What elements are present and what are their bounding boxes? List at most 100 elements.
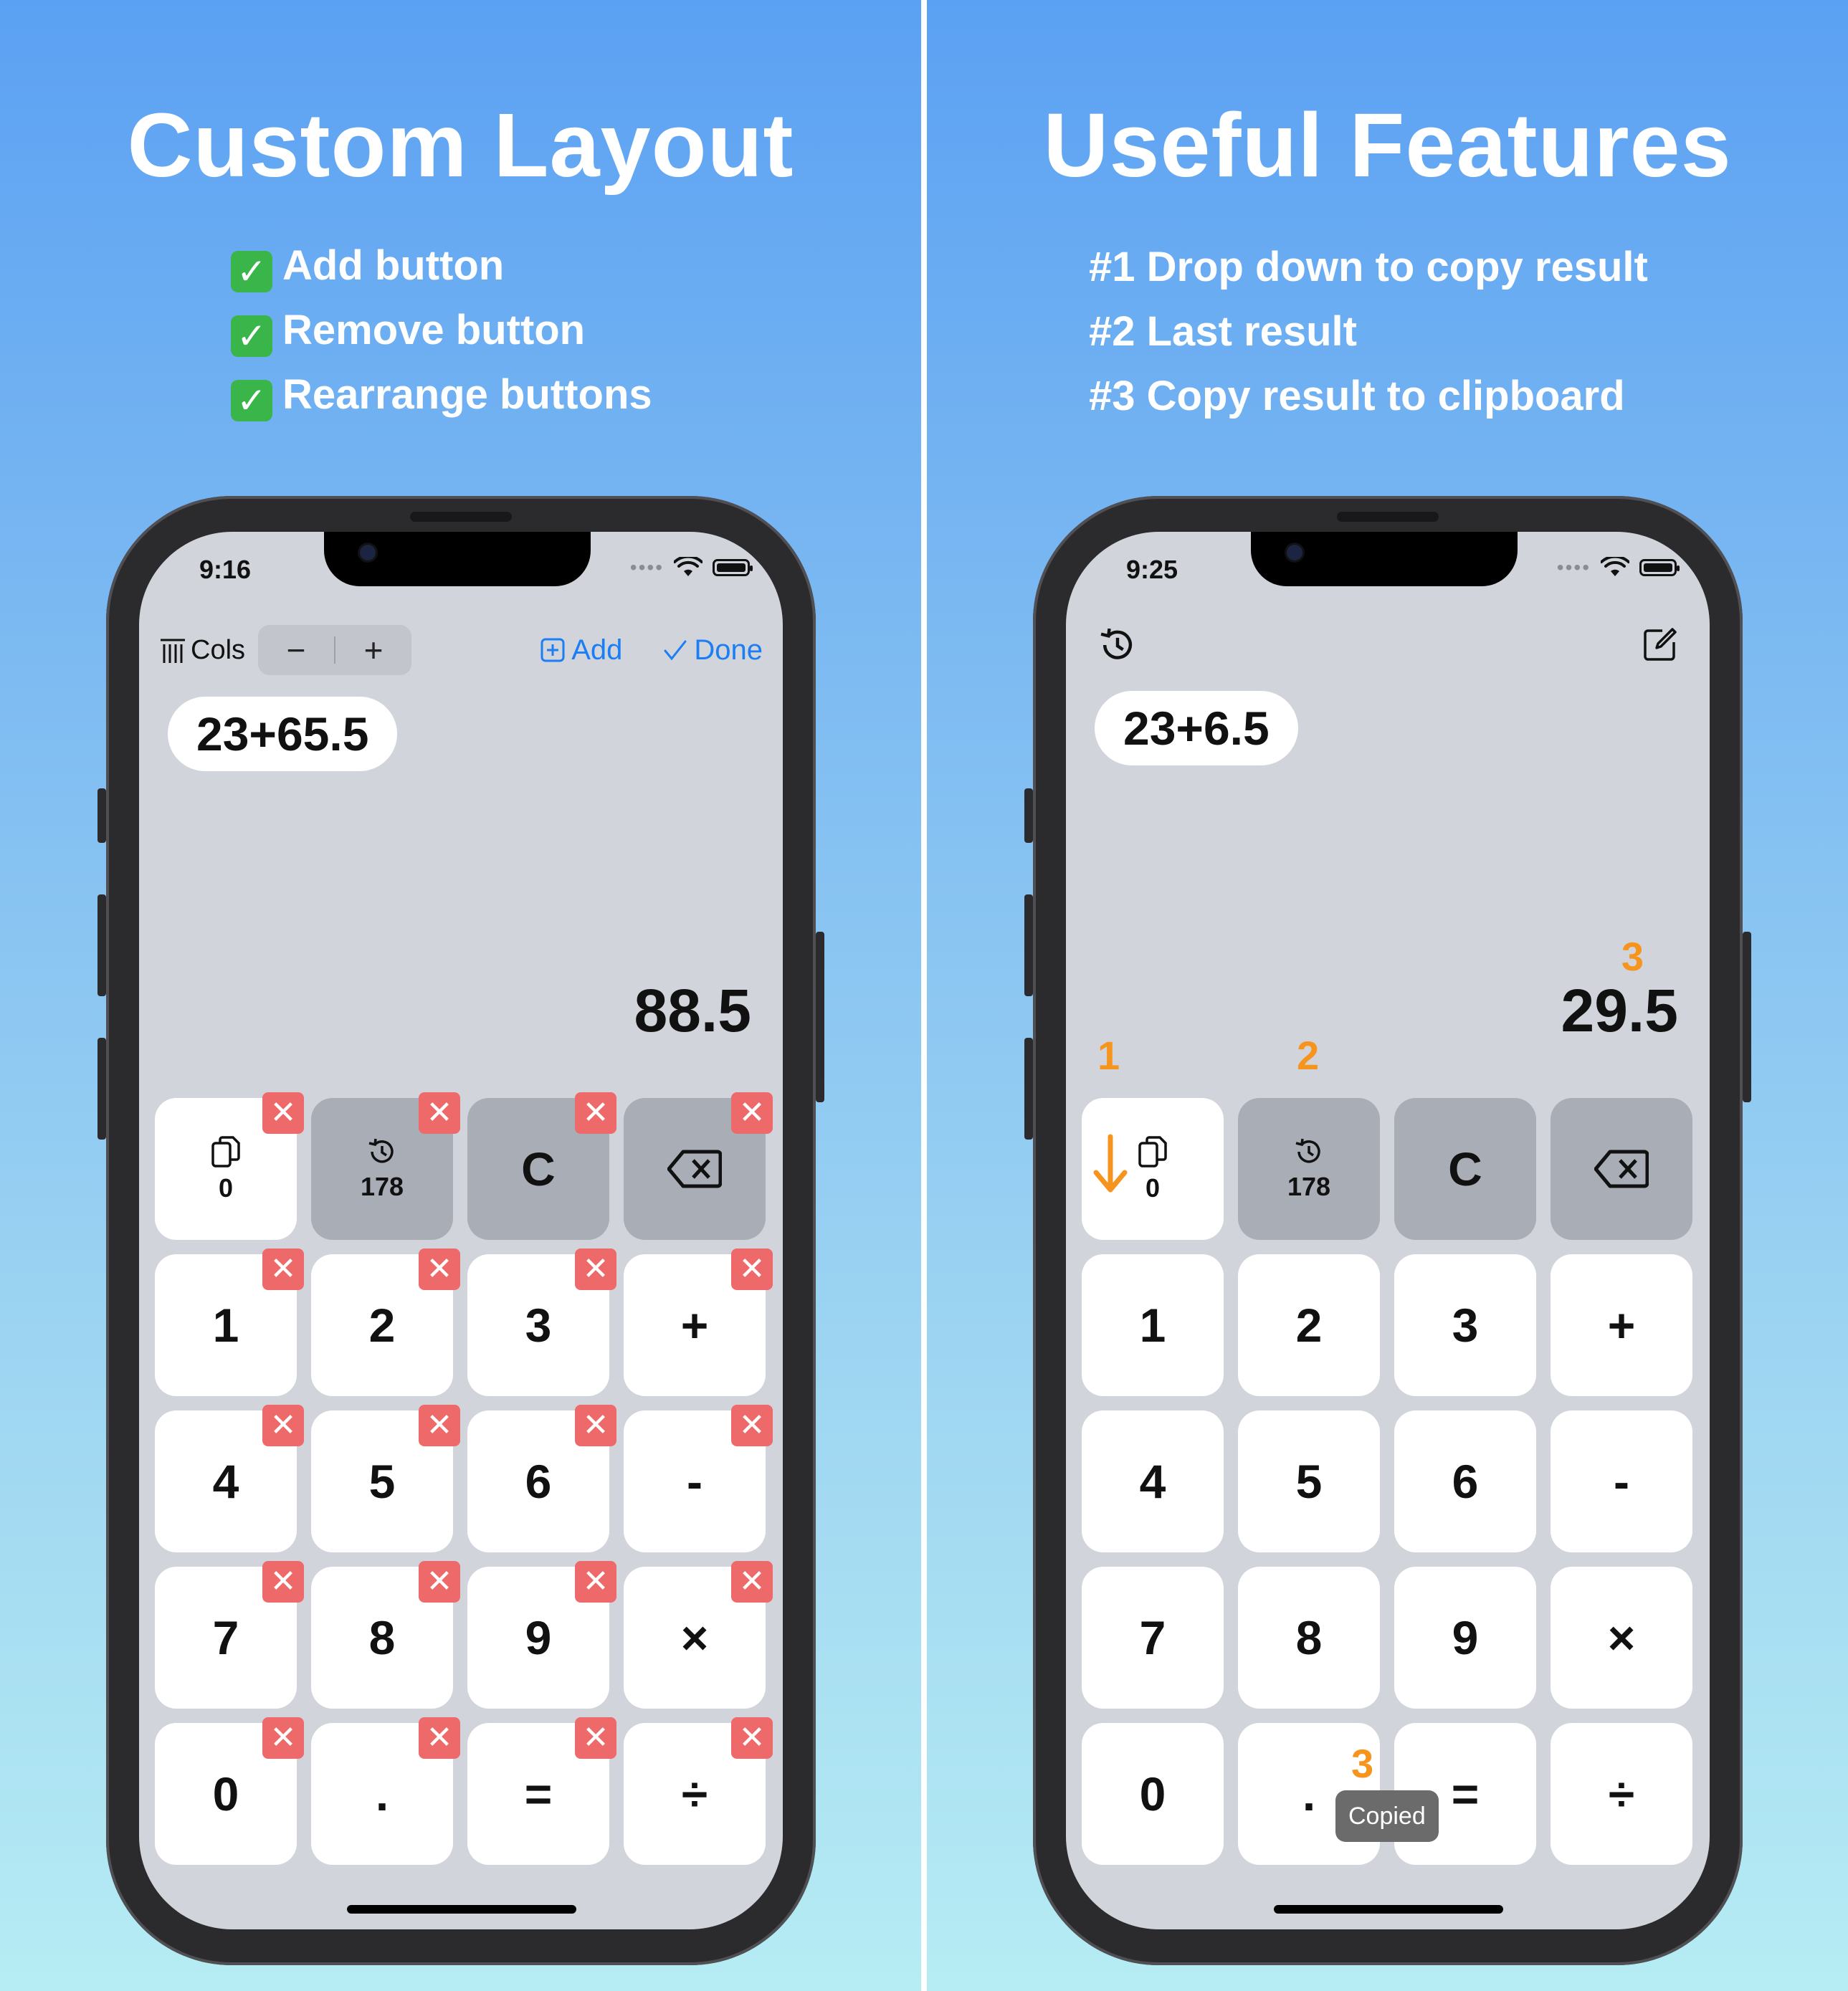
feature-list: #1 Drop down to copy result #2 Last resu… [1089,235,1648,429]
done-button[interactable]: Done [662,634,763,667]
remove-key-button[interactable]: ✕ [731,1092,773,1134]
checkmark-icon: ✓ [231,315,272,357]
checkmark-icon: ✓ [231,251,272,292]
digit-key[interactable]: 8 [1238,1567,1380,1709]
backspace-icon [667,1150,722,1188]
headline: Custom Layout [127,95,794,196]
remove-key-button[interactable]: ✕ [262,1561,304,1603]
remove-key-button[interactable]: ✕ [731,1405,773,1446]
marker-3: 3 [1621,934,1644,979]
expression-display[interactable]: 23+6.5 [1095,691,1298,765]
feature-item: ✓ Add button [231,234,652,298]
history-icon [1295,1138,1320,1163]
feature-item: #1 Drop down to copy result [1089,244,1648,290]
result-display[interactable]: 88.5 [634,976,752,1046]
copy-key[interactable]: 0 [1082,1098,1224,1240]
notch [324,532,591,586]
remove-key-button[interactable]: ✕ [419,1717,460,1759]
home-indicator [347,1905,576,1914]
checkmark-icon: ✓ [231,380,272,421]
panel-custom-layout: Custom Layout ✓ Add button ✓ Remove button… [0,0,921,1991]
digit-key[interactable]: 7 [1082,1567,1224,1709]
copy-icon [1138,1136,1167,1168]
digit-key[interactable]: 9 [1394,1567,1536,1709]
home-indicator [1274,1905,1503,1914]
remove-key-button[interactable]: ✕ [262,1717,304,1759]
wifi-icon [1601,557,1629,576]
digit-key[interactable]: 6 [1394,1410,1536,1552]
plus-square-icon [540,638,565,662]
phone-frame: 9:16 •••• Cols − + Add Done 23+65.5 88.5… [97,496,824,1965]
copy-icon [211,1136,240,1168]
backspace-icon [1594,1150,1649,1188]
expression-display[interactable]: 23+65.5 [168,697,398,771]
digit-key[interactable]: 0 [1082,1723,1224,1865]
remove-key-button[interactable]: ✕ [731,1717,773,1759]
digit-key[interactable]: 5 [1238,1410,1380,1552]
cols-control: Cols [159,635,245,666]
status-time: 9:16 [199,555,252,584]
marker-1: 1 [1097,1033,1120,1078]
minus-key[interactable]: - [1551,1410,1692,1552]
marker-3: 3 [1351,1741,1374,1786]
feature-item: ✓ Rearrange buttons [231,363,652,427]
cols-label: Cols [191,634,246,665]
remove-key-button[interactable]: ✕ [419,1092,460,1134]
remove-key-button[interactable]: ✕ [262,1092,304,1134]
feature-item: ✓ Remove button [231,298,652,363]
keypad: 0 178 C 1 2 3 + 4 5 6 - 7 8 9 × 0 . = ÷ … [1082,1098,1695,1872]
panel-useful-features: Useful Features #1 Drop down to copy res… [927,0,1848,1991]
divide-key[interactable]: ÷ [1551,1723,1692,1865]
status-time: 9:25 [1126,555,1178,584]
remove-key-button[interactable]: ✕ [575,1248,616,1290]
remove-key-button[interactable]: ✕ [419,1405,460,1446]
columns-icon [161,639,185,663]
remove-key-button[interactable]: ✕ [575,1561,616,1603]
plus-key[interactable]: + [1551,1254,1692,1396]
cols-increment-button[interactable]: + [335,631,411,669]
remove-key-button[interactable]: ✕ [575,1092,616,1134]
cols-decrement-button[interactable]: − [258,631,334,669]
status-icons: •••• [1556,556,1680,579]
edit-icon[interactable] [1641,626,1678,664]
result-display[interactable]: 29.5 [1561,976,1679,1046]
digit-key[interactable]: 2 [1238,1254,1380,1396]
remove-key-button[interactable]: ✕ [731,1561,773,1603]
arrow-down-icon [1093,1134,1128,1193]
remove-key-button[interactable]: ✕ [262,1405,304,1446]
checkmark-icon [664,640,687,661]
battery-icon [713,559,753,576]
status-icons: •••• [630,556,753,579]
feature-item: #2 Last result [1089,308,1357,355]
marker-2: 2 [1297,1033,1320,1078]
phone-screen: 9:16 •••• Cols − + Add Done 23+65.5 88.5… [139,532,783,1929]
copied-toast: Copied [1335,1790,1439,1842]
battery-icon [1639,559,1680,576]
remove-key-button[interactable]: ✕ [419,1248,460,1290]
wifi-icon [674,557,702,576]
remove-key-button[interactable]: ✕ [731,1248,773,1290]
remove-key-button[interactable]: ✕ [575,1717,616,1759]
headline: Useful Features [1043,95,1732,196]
phone-frame: 9:25 •••• 23+6.5 3 29.5 1 2 0 178 C 1 2 … [1024,496,1751,1965]
edit-toolbar: Cols − + Add Done [159,625,763,675]
digit-key[interactable]: 3 [1394,1254,1536,1396]
feature-list: ✓ Add button ✓ Remove button ✓ Rearrange bu… [231,234,652,427]
clear-key[interactable]: C [1394,1098,1536,1240]
cols-stepper[interactable]: − + [258,625,412,675]
add-button[interactable]: Add [540,634,622,667]
keypad: 0 178 C 1 2 3 + 4 5 6 - 7 8 9 × 0 . = ÷ … [155,1092,773,1872]
remove-key-button[interactable]: ✕ [419,1561,460,1603]
remove-key-button[interactable]: ✕ [262,1248,304,1290]
history-icon[interactable] [1097,625,1138,665]
history-icon [368,1138,394,1163]
backspace-key[interactable] [1551,1098,1692,1240]
notch [1251,532,1518,586]
feature-item: #3 Copy result to clipboard [1089,373,1625,419]
remove-key-button[interactable]: ✕ [575,1405,616,1446]
signal-icon: •••• [1556,556,1591,578]
digit-key[interactable]: 1 [1082,1254,1224,1396]
last-result-key[interactable]: 178 [1238,1098,1380,1240]
multiply-key[interactable]: × [1551,1567,1692,1709]
digit-key[interactable]: 4 [1082,1410,1224,1552]
